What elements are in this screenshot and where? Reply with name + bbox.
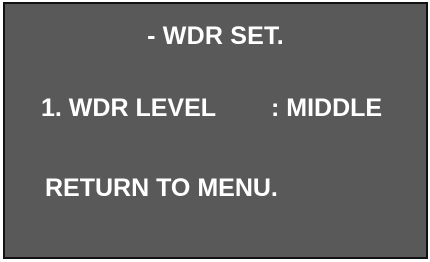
wdr-level-value[interactable]: : MIDDLE: [271, 94, 382, 123]
wdr-level-label: 1. WDR LEVEL: [41, 94, 217, 122]
osd-menu-screen: - WDR SET. 1. WDR LEVEL : MIDDLE RETURN …: [3, 2, 428, 259]
menu-item-wdr-level[interactable]: 1. WDR LEVEL : MIDDLE: [41, 94, 421, 126]
return-to-menu-item[interactable]: RETURN TO MENU.: [45, 174, 278, 203]
menu-title: - WDR SET.: [147, 22, 284, 50]
